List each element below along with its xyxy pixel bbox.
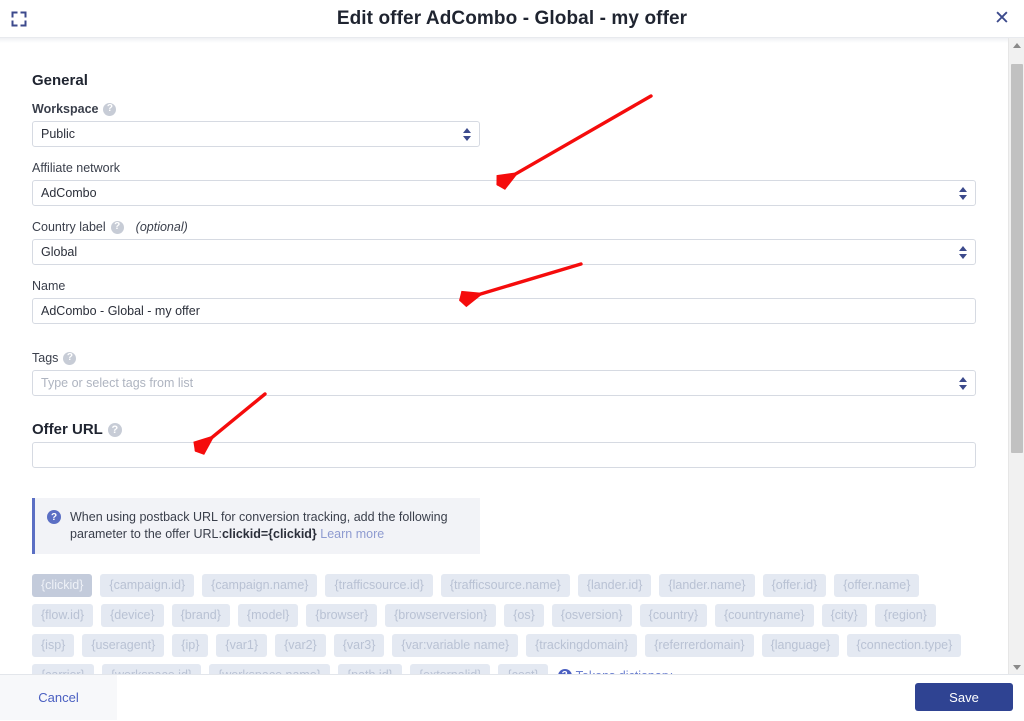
chevron-updown-icon <box>958 375 967 391</box>
token-chip[interactable]: {browser} <box>306 604 378 627</box>
token-chip[interactable]: {var2} <box>275 634 326 657</box>
field-label-tags: Tags <box>32 351 59 365</box>
field-tags: Tags ? Type or select tags from list <box>32 350 988 396</box>
token-chip[interactable]: {language} <box>761 634 840 657</box>
collapse-inward-glyph <box>11 11 27 27</box>
field-label-name: Name <box>32 279 66 293</box>
callout-text: When using postback URL for conversion t… <box>70 509 466 543</box>
page-title: Edit offer AdCombo - Global - my offer <box>336 7 688 29</box>
field-name: Name AdCombo - Global - my offer <box>32 278 988 324</box>
question-circle-icon: ? <box>47 510 61 524</box>
token-chip[interactable]: {ip} <box>172 634 209 657</box>
token-chip[interactable]: {useragent} <box>82 634 165 657</box>
modal-header: Edit offer AdCombo - Global - my offer ✕ <box>0 0 1024 38</box>
field-label-name-row: Name <box>32 278 988 294</box>
callout-text-bold: clickid={clickid} <box>221 527 317 541</box>
field-label-workspace-row: Workspace ? <box>32 101 988 117</box>
country-label-select[interactable]: Global <box>32 239 976 265</box>
token-chip[interactable]: {flow.id} <box>32 604 94 627</box>
help-icon-workspace[interactable]: ? <box>103 102 117 116</box>
token-chip[interactable]: {osversion} <box>551 604 632 627</box>
token-chip[interactable]: {externalid} <box>409 664 491 674</box>
token-chip[interactable]: {carrier} <box>32 664 94 674</box>
token-chip[interactable]: {var:variable name} <box>392 634 519 657</box>
field-label-country-label: Country label <box>32 220 106 234</box>
help-icon-offer-url[interactable]: ? <box>107 423 122 437</box>
country-label-select-value: Global <box>41 245 78 259</box>
token-chip[interactable]: {brand} <box>171 604 230 627</box>
chevron-updown-icon <box>958 244 967 260</box>
token-chip[interactable]: {workspace.id} <box>101 664 202 674</box>
token-chip[interactable]: {campaign.name} <box>202 574 318 597</box>
offer-url-input[interactable] <box>32 442 976 468</box>
cancel-button[interactable]: Cancel <box>0 675 117 720</box>
token-chip[interactable]: {offer.id} <box>762 574 827 597</box>
token-chip[interactable]: {device} <box>101 604 164 627</box>
token-chip[interactable]: {campaign.id} <box>100 574 195 597</box>
learn-more-link[interactable]: Learn more <box>320 527 384 541</box>
optional-hint-country-label: (optional) <box>135 220 188 234</box>
token-chip[interactable]: {browserversion} <box>385 604 497 627</box>
token-chip[interactable]: {offer.name} <box>834 574 920 597</box>
form-container: General Workspace ? Public Affiliate net… <box>0 44 1024 674</box>
token-chip[interactable]: {trafficsource.id} <box>325 574 433 597</box>
field-label-tags-row: Tags ? <box>32 350 988 366</box>
token-chip[interactable]: {region} <box>874 604 936 627</box>
token-chip[interactable]: {referrerdomain} <box>645 634 754 657</box>
token-chip[interactable]: {countryname} <box>715 604 814 627</box>
token-chip[interactable]: {cost} <box>498 664 548 674</box>
vertical-scrollbar[interactable] <box>1008 38 1024 674</box>
token-chip[interactable]: {connection.type} <box>847 634 962 657</box>
token-chip[interactable]: {os} <box>504 604 544 627</box>
chevron-updown-icon <box>958 185 967 201</box>
field-label-country-row: Country label ? (optional) <box>32 219 988 235</box>
workspace-select[interactable]: Public <box>32 121 480 147</box>
section-title-general: General <box>32 72 88 89</box>
token-chip[interactable]: {trackingdomain} <box>526 634 638 657</box>
token-chip-list: {clickid} {campaign.id} {campaign.name} {tr… <box>32 574 976 674</box>
field-country-label: Country label ? (optional) Global <box>32 219 988 265</box>
tags-input-placeholder: Type or select tags from list <box>41 376 194 390</box>
token-chip[interactable]: {path.id} <box>337 664 402 674</box>
token-chip[interactable]: {workspace.name} <box>209 664 330 674</box>
token-chip[interactable]: {country} <box>639 604 707 627</box>
field-label-offer-url: Offer URL <box>32 421 103 438</box>
field-label-affiliate-network-row: Affiliate network <box>32 160 988 176</box>
token-chip[interactable]: {model} <box>237 604 299 627</box>
scrollbar-down-arrow-icon[interactable] <box>1009 660 1024 674</box>
help-icon-tags[interactable]: ? <box>63 351 77 365</box>
token-chip[interactable]: {isp} <box>32 634 75 657</box>
field-affiliate-network: Affiliate network AdCombo <box>32 160 988 206</box>
token-chip[interactable]: {lander.name} <box>659 574 755 597</box>
help-icon-country-label[interactable]: ? <box>110 220 124 234</box>
field-offer-url: Offer URL ? <box>32 422 988 468</box>
affiliate-network-select-value: AdCombo <box>41 186 97 200</box>
token-chip[interactable]: {var1} <box>216 634 268 657</box>
scrollbar-up-arrow-icon[interactable] <box>1009 38 1024 52</box>
chevron-updown-icon <box>462 126 471 142</box>
token-chip[interactable]: {trafficsource.name} <box>440 574 570 597</box>
modal-footer: Cancel Save <box>0 674 1024 721</box>
scrollbar-thumb[interactable] <box>1011 64 1023 454</box>
save-button[interactable]: Save <box>915 683 1013 711</box>
token-chip[interactable]: {city} <box>821 604 867 627</box>
affiliate-network-select[interactable]: AdCombo <box>32 180 976 206</box>
collapse-inward-icon[interactable] <box>9 9 29 29</box>
token-chip[interactable]: {var3} <box>333 634 385 657</box>
workspace-select-value: Public <box>41 127 76 141</box>
tags-input[interactable]: Type or select tags from list <box>32 370 976 396</box>
close-icon[interactable]: ✕ <box>991 7 1013 29</box>
postback-info-callout: ? When using postback URL for conversion… <box>32 498 480 554</box>
field-label-affiliate-network: Affiliate network <box>32 161 121 175</box>
header-shadow-divider <box>0 38 1024 43</box>
token-chip[interactable]: {lander.id} <box>577 574 652 597</box>
field-label-offer-url-row: Offer URL ? <box>32 422 988 438</box>
name-input-value: AdCombo - Global - my offer <box>41 304 200 318</box>
name-input[interactable]: AdCombo - Global - my offer <box>32 298 976 324</box>
modal-body: General Workspace ? Public Affiliate net… <box>0 44 1024 674</box>
field-label-workspace: Workspace <box>32 102 99 116</box>
field-workspace: Workspace ? Public <box>32 101 988 147</box>
token-chip[interactable]: {clickid} <box>32 574 93 597</box>
